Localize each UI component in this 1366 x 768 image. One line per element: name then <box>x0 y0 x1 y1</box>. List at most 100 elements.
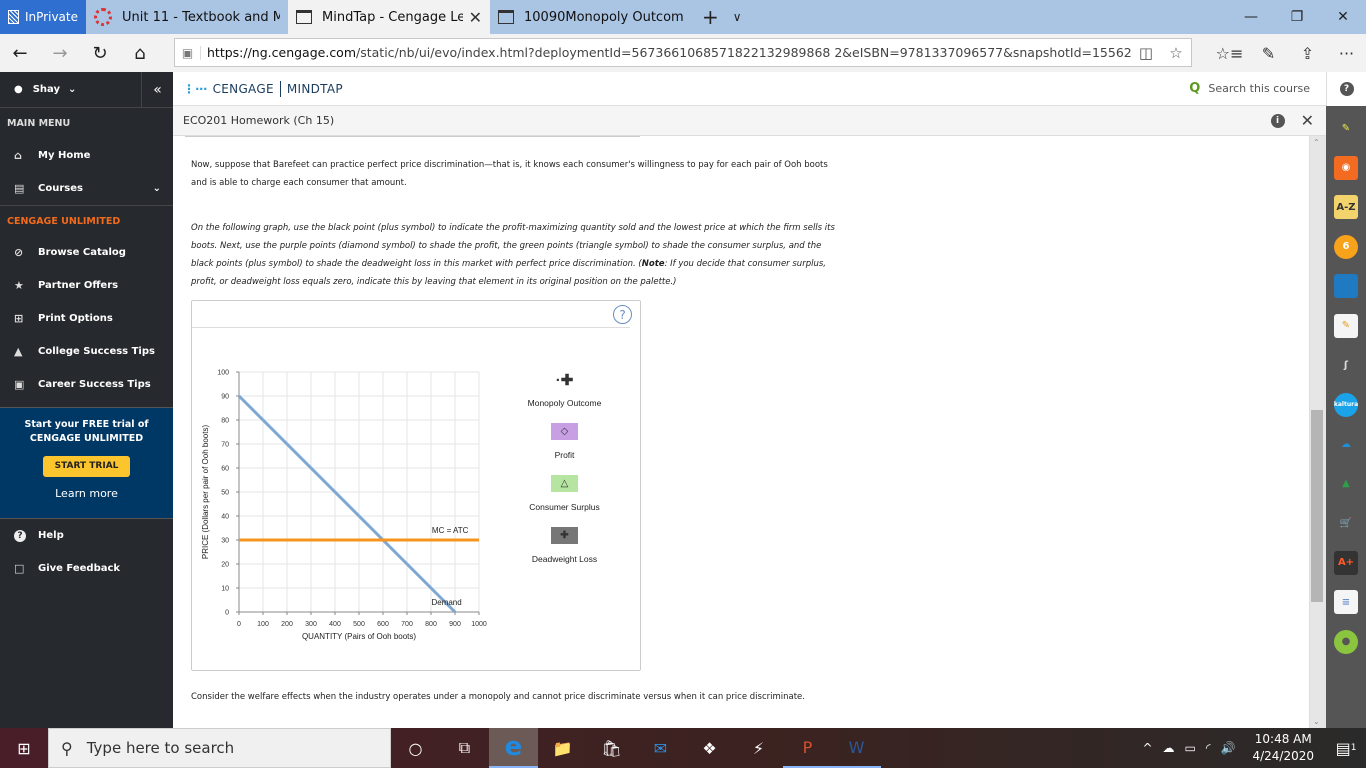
url-field[interactable]: ▣ https://ng.cengage.com/static/nb/ui/ev… <box>174 38 1192 67</box>
google-drive-icon[interactable]: ▲ <box>1334 471 1358 496</box>
sidebar-item-partner-offers[interactable]: ★ Partner Offers <box>0 269 173 302</box>
close-window-button[interactable]: ✕ <box>1320 0 1366 34</box>
url-text[interactable]: https://ng.cengage.com/static/nb/ui/evo/… <box>207 45 1131 60</box>
new-tab-button[interactable]: + <box>692 0 729 34</box>
browser-tab[interactable]: Unit 11 - Textbook and Min <box>86 0 288 34</box>
rss-icon[interactable]: ◉ <box>1334 155 1358 180</box>
start-trial-button[interactable]: START TRIAL <box>43 456 130 477</box>
plus-point-icon[interactable]: ✚ <box>551 527 578 544</box>
kaltura-icon[interactable]: kaltura <box>1334 392 1358 417</box>
plus-point-icon[interactable]: ·✚ <box>551 371 578 389</box>
cengage-mindtap-logo[interactable]: ⋮⋯ CENGAGE MINDTAP <box>173 80 343 97</box>
sidebar-item-help[interactable]: ? Help <box>0 519 173 552</box>
browser-tab-active[interactable]: MindTap - Cengage Lea ✕ <box>288 0 490 34</box>
powerpoint-icon[interactable]: P <box>783 728 832 768</box>
onedrive-icon[interactable]: ☁ <box>1334 432 1358 456</box>
header-help-button[interactable]: ? <box>1326 72 1366 106</box>
minimize-button[interactable]: — <box>1228 0 1274 34</box>
inprivate-label: InPrivate <box>25 10 78 24</box>
aplus-icon[interactable]: A+ <box>1334 550 1358 575</box>
close-assignment-button[interactable]: ✕ <box>1301 111 1314 130</box>
y-axis-label: PRICE (Dollars per pair of Ooh boots) <box>201 425 210 560</box>
mail-icon[interactable]: ✉ <box>636 728 685 768</box>
scroll-up-icon[interactable]: ⌃ <box>1313 138 1320 147</box>
cart-icon[interactable]: 🛒 <box>1334 511 1358 535</box>
y-tick-label: 10 <box>221 586 229 593</box>
help-icon: ? <box>1339 82 1354 96</box>
tray-chevron-icon[interactable]: ^ <box>1142 741 1152 755</box>
edge-icon[interactable]: e <box>489 728 538 768</box>
promo-line-2: CENGAGE UNLIMITED <box>29 433 144 444</box>
help-icon: ? <box>14 529 38 542</box>
profile-icon[interactable]: ● <box>1334 629 1358 654</box>
action-center-button[interactable]: ▤ 1 <box>1326 728 1366 768</box>
highlighter-icon[interactable]: ✎ <box>1334 116 1358 140</box>
content-scrollbar[interactable]: ⌃ ⌄ <box>1309 136 1326 728</box>
refresh-button[interactable]: ↻ <box>80 43 120 64</box>
glossary-az-icon[interactable]: A-Z <box>1334 195 1358 219</box>
welfare-paragraph: Consider the welfare effects when the in… <box>191 692 805 702</box>
tab-list-chevron-icon[interactable]: ∨ <box>729 0 742 34</box>
flashcards-icon[interactable]: ≡ <box>1334 590 1358 614</box>
graph-help-icon[interactable]: ? <box>613 305 632 324</box>
sidebar-item-label: Help <box>38 530 64 541</box>
volume-icon[interactable]: 🔊 <box>1221 741 1236 755</box>
notes-pen-icon[interactable]: ✎ <box>1249 44 1288 63</box>
info-icon[interactable]: i <box>1270 113 1285 128</box>
onedrive-tray-icon[interactable]: ☁ <box>1163 741 1175 755</box>
p-app-icon[interactable]: 6 <box>1334 234 1358 259</box>
triangle-point-icon[interactable]: △ <box>551 475 578 492</box>
learn-more-link[interactable]: Learn more <box>0 487 173 501</box>
task-view-icon[interactable]: ⧉ <box>440 728 489 768</box>
sidebar-item-browse-catalog[interactable]: ⊘ Browse Catalog <box>0 236 173 269</box>
sidebar-item-college-success-tips[interactable]: ▲ College Success Tips <box>0 335 173 368</box>
user-menu[interactable]: ● Shay ⌄ <box>0 84 141 95</box>
more-icon[interactable]: ··· <box>1327 44 1366 63</box>
sidebar-item-my-home[interactable]: ⌂ My Home <box>0 139 173 172</box>
store-icon[interactable]: 🛍 <box>587 728 636 768</box>
star-icon: ★ <box>14 279 24 292</box>
notes-icon[interactable]: ✎ <box>1334 313 1358 338</box>
url-host: https://ng.cengage.com <box>207 45 357 60</box>
wifi-icon[interactable]: ◜ <box>1206 741 1211 755</box>
page-icon <box>498 10 514 24</box>
restore-button[interactable]: ❐ <box>1274 0 1320 34</box>
clock[interactable]: 10:48 AM 4/24/2020 <box>1252 731 1314 765</box>
palette-monopoly-outcome[interactable]: ·✚ Monopoly Outcome <box>512 371 617 423</box>
browser-tab[interactable]: 10090Monopoly Outcome8 <box>490 0 692 34</box>
home-button[interactable]: ⌂ <box>120 43 160 64</box>
ebook-icon[interactable]: ▮ <box>1334 274 1358 298</box>
file-explorer-icon[interactable]: 📁 <box>538 728 587 768</box>
palette-consumer-surplus[interactable]: △ Consumer Surplus <box>512 475 617 527</box>
scroll-thumb[interactable] <box>1311 410 1323 602</box>
favorite-star-icon[interactable]: ☆ <box>1161 44 1191 62</box>
forward-button[interactable]: → <box>40 43 80 64</box>
scroll-down-icon[interactable]: ⌄ <box>1313 717 1320 726</box>
windows-start-button[interactable]: ⊞ <box>0 739 48 758</box>
note-label: Note <box>641 259 665 269</box>
word-icon[interactable]: W <box>832 728 881 768</box>
palette-profit[interactable]: ◇ Profit <box>512 423 617 475</box>
dropbox-icon[interactable]: ❖ <box>685 728 734 768</box>
favorites-list-icon[interactable]: ☆≡ <box>1210 44 1249 63</box>
app-s-icon[interactable]: ⚡ <box>734 728 783 768</box>
battery-icon[interactable]: ▭ <box>1185 741 1196 755</box>
course-search[interactable]: Q Search this course <box>1189 81 1310 96</box>
readspeaker-icon[interactable]: ʃ <box>1334 353 1358 377</box>
diamond-point-icon[interactable]: ◇ <box>551 423 578 440</box>
taskbar-search[interactable]: ⚲ Type here to search <box>48 728 391 768</box>
reading-view-icon[interactable]: ◫ <box>1131 44 1161 62</box>
collapse-sidebar-button[interactable]: « <box>141 71 173 108</box>
chart-svg[interactable]: 0 100 200 300 400 500 600 700 800 900 1000 0 10 20 30 4… <box>192 301 502 672</box>
palette-label: Consumer Surplus <box>529 502 600 512</box>
share-icon[interactable]: ⇪ <box>1288 44 1327 63</box>
back-button[interactable]: ← <box>0 43 40 64</box>
sidebar-item-print-options[interactable]: ⊞ Print Options <box>0 302 173 335</box>
cortana-icon[interactable]: ○ <box>391 728 440 768</box>
palette-deadweight-loss[interactable]: ✚ Deadweight Loss <box>512 527 617 579</box>
sidebar-item-label: Partner Offers <box>38 280 119 291</box>
sidebar-item-career-success-tips[interactable]: ▣ Career Success Tips <box>0 368 173 401</box>
sidebar-item-give-feedback[interactable]: □ Give Feedback <box>0 552 173 585</box>
sidebar-item-courses[interactable]: ▤ Courses ⌄ <box>0 172 173 205</box>
close-tab-icon[interactable]: ✕ <box>469 8 482 27</box>
